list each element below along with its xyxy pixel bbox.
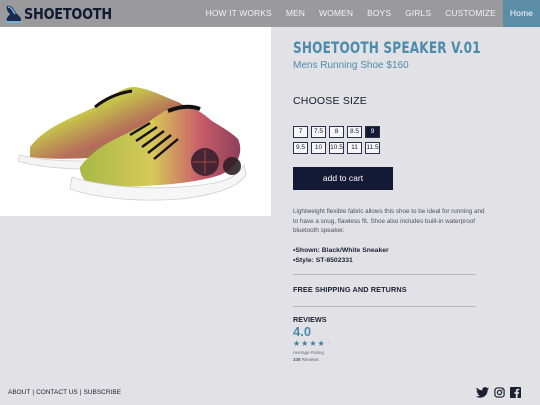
star-icon: ★ bbox=[301, 339, 309, 348]
style-code: •Style: ST-8502331 bbox=[293, 257, 353, 264]
star-icon: ★ bbox=[317, 339, 325, 348]
top-nav: SHOETOOTH HOW IT WORKS MEN WOMEN BOYS GI… bbox=[0, 0, 540, 27]
nav-customize[interactable]: CUSTOMIZE bbox=[438, 0, 503, 27]
nav-home[interactable]: Home bbox=[502, 0, 540, 27]
product-description: Lightweight flexible fabric allows this … bbox=[293, 208, 485, 234]
social-links bbox=[476, 387, 521, 398]
rating-value: 4.0 bbox=[293, 324, 312, 339]
star-rating: ★ ★ ★ ★ ★ bbox=[293, 339, 333, 348]
size-option[interactable]: 7.5 bbox=[311, 126, 326, 138]
footer-separator: | bbox=[79, 389, 82, 396]
review-count-number: 338 bbox=[293, 357, 301, 362]
review-count-label: Reviews bbox=[301, 357, 319, 362]
facebook-icon[interactable] bbox=[510, 387, 521, 398]
size-option[interactable]: 10.5 bbox=[329, 142, 344, 154]
footer-separator: | bbox=[32, 389, 35, 396]
star-icon: ★ bbox=[309, 339, 317, 348]
nav-boys[interactable]: BOYS bbox=[360, 0, 398, 27]
size-option-selected[interactable]: 9 bbox=[365, 126, 380, 138]
size-option[interactable]: 11 bbox=[347, 142, 362, 154]
size-option[interactable]: 10 bbox=[311, 142, 326, 154]
average-rating-label: Average Rating bbox=[293, 350, 324, 355]
instagram-icon[interactable] bbox=[494, 387, 505, 398]
product-subtitle: Mens Running Shoe $160 bbox=[293, 60, 409, 71]
divider bbox=[293, 306, 476, 307]
star-empty-icon: ★ bbox=[325, 339, 333, 348]
product-image bbox=[0, 27, 271, 216]
nav-links: HOW IT WORKS MEN WOMEN BOYS GIRLS CUSTOM… bbox=[199, 0, 540, 27]
shoe-image bbox=[17, 87, 247, 201]
size-option[interactable]: 8 bbox=[329, 126, 344, 138]
nav-girls[interactable]: GIRLS bbox=[398, 0, 438, 27]
nav-women[interactable]: WOMEN bbox=[312, 0, 360, 27]
shipping-info[interactable]: FREE SHIPPING AND RETURNS bbox=[293, 285, 407, 294]
size-option[interactable]: 7 bbox=[293, 126, 308, 138]
footer-links: ABOUT | CONTACT US | SUBSCRIBE bbox=[8, 389, 121, 396]
size-option[interactable]: 8.5 bbox=[347, 126, 362, 138]
divider bbox=[293, 274, 476, 275]
reviews-heading: REVIEWS bbox=[293, 315, 327, 324]
twitter-icon[interactable] bbox=[476, 387, 489, 398]
footer-subscribe[interactable]: SUBSCRIBE bbox=[83, 389, 121, 396]
footer-about[interactable]: ABOUT bbox=[8, 389, 30, 396]
nav-men[interactable]: MEN bbox=[279, 0, 312, 27]
shown-colorway: •Shown: Black/White Sneaker bbox=[293, 247, 389, 254]
size-heading: CHOOSE SIZE bbox=[293, 95, 367, 107]
brand-name: SHOETOOTH bbox=[24, 4, 112, 23]
size-option[interactable]: 9.5 bbox=[293, 142, 308, 154]
size-selector: 7 7.5 8 8.5 9 9.5 10 10.5 11 11.5 bbox=[293, 126, 403, 154]
add-to-cart-button[interactable]: add to cart bbox=[293, 167, 393, 190]
nav-how-it-works[interactable]: HOW IT WORKS bbox=[199, 0, 279, 27]
size-option[interactable]: 11.5 bbox=[365, 142, 380, 154]
review-count: 338 Reviews bbox=[293, 357, 319, 362]
shoe-logo-icon bbox=[6, 5, 22, 23]
footer-contact[interactable]: CONTACT US bbox=[36, 389, 78, 396]
product-title: SHOETOOTH SPEAKER V.01 bbox=[293, 38, 481, 57]
star-icon: ★ bbox=[293, 339, 301, 348]
brand-logo[interactable]: SHOETOOTH bbox=[4, 3, 126, 24]
